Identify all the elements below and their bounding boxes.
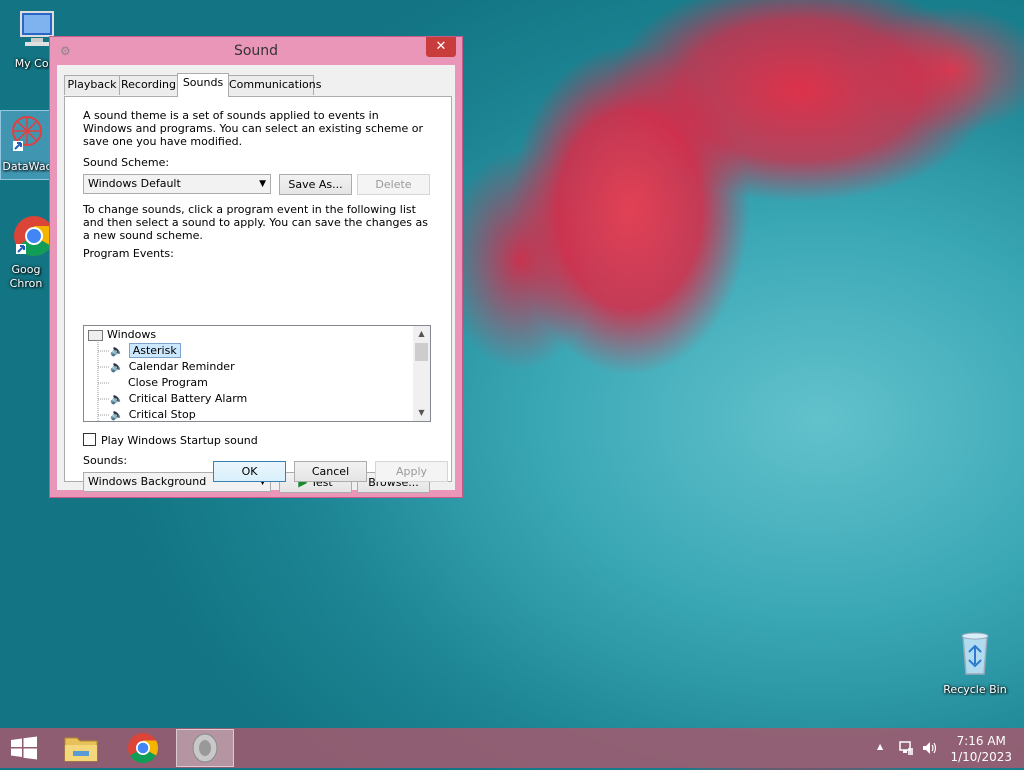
sound-scheme-label: Sound Scheme: — [83, 156, 170, 169]
sound-dialog: ⚙ Sound ✕ Playback Recording Sounds Comm… — [49, 36, 463, 498]
startup-sound-label: Play Windows Startup sound — [101, 434, 258, 447]
close-button[interactable]: ✕ — [426, 37, 456, 57]
event-item-critical-battery-alarm[interactable]: 🔈 Critical Battery Alarm — [110, 391, 247, 407]
sounds-label: Sounds: — [83, 454, 128, 467]
event-item-asterisk[interactable]: 🔈 Asterisk — [110, 343, 181, 359]
desktop-icon-label: Goog Chron — [9, 263, 43, 290]
speaker-icon: 🔈 — [110, 360, 124, 373]
desktop-icon-datawac[interactable]: DataWac — [0, 110, 54, 180]
event-label: Calendar Reminder — [128, 360, 235, 373]
tab-playback[interactable]: Playback — [64, 75, 120, 95]
folder-icon — [64, 737, 98, 762]
event-label: Critical Stop — [128, 408, 196, 421]
speaker-icon: 🔈 — [110, 344, 124, 357]
event-item-calendar-reminder[interactable]: 🔈 Calendar Reminder — [110, 359, 235, 375]
file-explorer-button[interactable] — [53, 729, 109, 767]
chevron-up-icon[interactable]: ▲ — [413, 326, 430, 342]
taskbar: ▲ 7:16 AM 1/10/2023 — [0, 728, 1024, 768]
tab-label: Recording — [120, 78, 177, 91]
windows-logo-icon — [11, 736, 37, 760]
event-item-critical-stop[interactable]: 🔈 Critical Stop — [110, 407, 196, 421]
close-icon: ✕ — [435, 39, 447, 54]
cancel-button[interactable]: Cancel — [294, 461, 367, 482]
sound-scheme-value: Windows Default — [88, 177, 181, 190]
chrome-taskbar-button[interactable] — [115, 729, 171, 767]
desktop-icon-recycle-bin[interactable]: Recycle Bin — [938, 630, 1012, 696]
dialog-client: Playback Recording Sounds Communications… — [57, 65, 455, 493]
save-as-button[interactable]: Save As... — [279, 174, 352, 195]
clock-time: 7:16 AM — [956, 734, 1006, 748]
intro-text: A sound theme is a set of sounds applied… — [83, 109, 424, 148]
program-events-list[interactable]: Windows 🔈 Asterisk 🔈 Calendar Reminder Clo… — [83, 325, 431, 422]
chevron-down-icon: ▼ — [259, 179, 266, 189]
volume-icon[interactable] — [921, 740, 939, 756]
desktop-icon-label: Recycle Bin — [943, 683, 1007, 696]
speaker-icon — [192, 733, 218, 763]
instructions-text: To change sounds, click a program event … — [83, 203, 428, 242]
sound-scheme-select[interactable]: Windows Default ▼ — [83, 174, 271, 194]
tab-label: Communications — [229, 78, 322, 91]
tab-sounds[interactable]: Sounds — [177, 73, 229, 97]
title-bar[interactable]: ⚙ Sound ✕ — [50, 37, 462, 65]
desktop-icon-label: DataWac — [2, 160, 52, 173]
speaker-icon: 🔈 — [110, 408, 124, 421]
ok-button[interactable]: OK — [213, 461, 286, 482]
chrome-icon — [128, 733, 159, 764]
network-icon[interactable] — [898, 740, 914, 756]
event-label: Asterisk — [128, 343, 181, 358]
clock-date: 1/10/2023 — [950, 750, 1012, 764]
clock[interactable]: 7:16 AM 1/10/2023 — [950, 733, 1012, 765]
chevron-down-icon[interactable]: ▼ — [413, 405, 430, 421]
sounds-panel: A sound theme is a set of sounds applied… — [64, 96, 452, 493]
tab-label: Playback — [67, 78, 117, 91]
event-item-close-program[interactable]: Close Program — [128, 375, 208, 391]
sound-taskbar-button[interactable] — [176, 729, 234, 767]
tab-communications[interactable]: Communications — [228, 75, 321, 95]
events-scrollbar[interactable]: ▲ ▼ — [413, 326, 430, 421]
start-button[interactable] — [0, 729, 48, 767]
speaker-icon: 🔈 — [110, 392, 124, 405]
datawac-app-icon — [12, 116, 42, 151]
startup-sound-checkbox[interactable] — [83, 433, 96, 446]
tab-recording[interactable]: Recording — [119, 75, 178, 95]
sounds-value: Windows Background — [88, 475, 207, 488]
apply-button[interactable]: Apply — [375, 461, 448, 482]
delete-button[interactable]: Delete — [357, 174, 430, 195]
recycle-bin-icon — [961, 632, 989, 675]
tab-label: Sounds — [182, 76, 224, 89]
scrollbar-thumb[interactable] — [415, 343, 428, 361]
event-label: Close Program — [128, 376, 208, 389]
program-events-label: Program Events: — [83, 247, 174, 260]
event-label: Critical Battery Alarm — [128, 392, 248, 405]
dialog-title: Sound — [233, 43, 279, 59]
tray-chevron-icon[interactable]: ▲ — [877, 742, 883, 751]
